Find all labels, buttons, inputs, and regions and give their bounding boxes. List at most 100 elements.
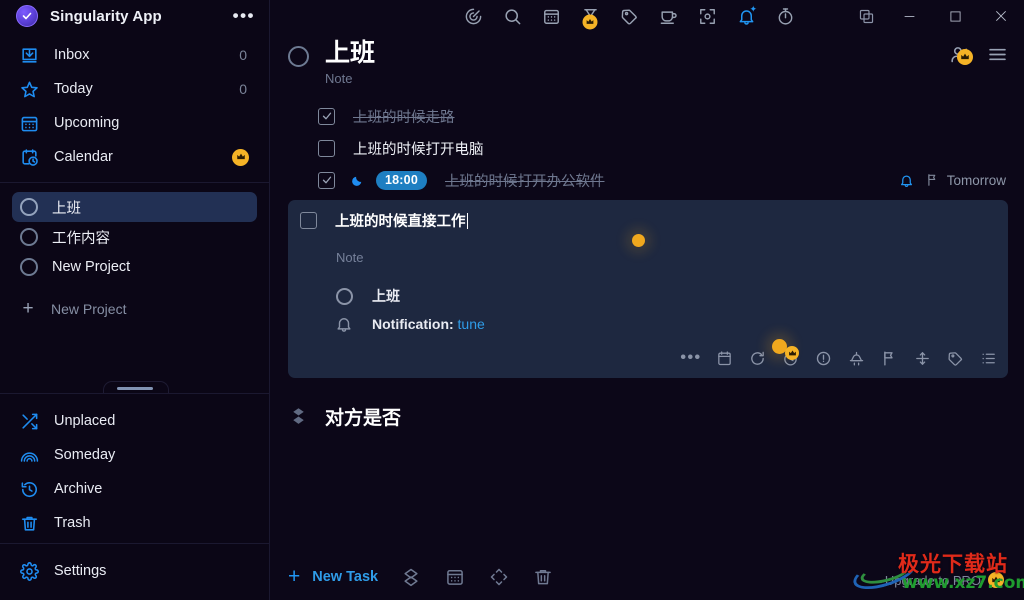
gear-icon — [16, 561, 42, 581]
tag-icon[interactable] — [945, 348, 965, 368]
window-controls — [846, 0, 1024, 32]
diamond-icon[interactable] — [400, 567, 422, 587]
notification-prefix: Notification: — [372, 316, 454, 332]
upgrade-to-pro-link[interactable]: Upgrade to PRO — [885, 572, 1004, 588]
card-toolbar: ••• — [680, 339, 998, 368]
project-ring-icon — [20, 258, 38, 276]
trash-icon — [16, 514, 42, 533]
section-header[interactable]: 对方是否 — [270, 403, 1024, 430]
sidebar-item-inbox[interactable]: Inbox 0 — [10, 38, 259, 72]
sidebar-item-label: Archive — [54, 481, 103, 497]
calendar-icon[interactable] — [538, 3, 564, 29]
radar-icon[interactable] — [460, 3, 486, 29]
hourglass-crown-icon[interactable] — [577, 3, 603, 30]
more-dots-icon[interactable]: ••• — [680, 348, 701, 368]
card-notification-row[interactable]: Notification: tune — [332, 310, 994, 338]
stopwatch-icon[interactable] — [772, 3, 798, 29]
crown-badge-icon — [785, 346, 799, 360]
table-row[interactable]: 18:00 上班的时候打开办公软件 Tomorrow — [270, 164, 1024, 196]
crown-badge-icon — [988, 572, 1004, 588]
card-meta: 上班 Notification: tune — [332, 282, 994, 338]
sidebar-item-calendar[interactable]: Calendar — [10, 140, 259, 174]
close-icon[interactable] — [978, 0, 1024, 32]
sidebar-divider-3 — [0, 543, 269, 544]
sidebar-item-label: Trash — [54, 515, 91, 531]
calendar-clock-icon — [16, 148, 42, 167]
page-note-placeholder[interactable]: Note — [325, 71, 375, 86]
focus-scan-icon[interactable] — [694, 3, 720, 29]
duplicate-window-icon[interactable] — [846, 0, 886, 32]
sidebar-item-settings[interactable]: Settings — [10, 554, 259, 588]
moon-icon — [351, 174, 364, 187]
card-notification-label: Notification: tune — [372, 316, 485, 332]
sidebar-item-someday[interactable]: Someday — [10, 438, 259, 472]
page-header-actions — [950, 44, 1008, 65]
brand-row: Singularity App ••• — [0, 0, 269, 32]
search-icon[interactable] — [499, 3, 525, 29]
task-checkbox[interactable] — [318, 139, 335, 157]
move-icon[interactable] — [488, 567, 510, 587]
project-label: 上班 — [52, 200, 81, 217]
subtask-list-icon[interactable] — [978, 348, 998, 368]
new-task-button[interactable]: + New Task — [288, 565, 378, 588]
card-project-label: 上班 — [372, 288, 400, 304]
sidebar-divider-2 — [0, 393, 269, 394]
sidebar-item-today[interactable]: Today 0 — [10, 72, 259, 106]
new-project-label: New Project — [51, 301, 127, 317]
notification-value[interactable]: tune — [458, 316, 485, 332]
tag-icon[interactable] — [616, 3, 642, 29]
card-note-placeholder[interactable]: Note — [336, 250, 994, 265]
calendar-icon[interactable] — [714, 348, 734, 368]
task-checkbox[interactable] — [318, 171, 335, 189]
table-row[interactable]: 上班的时候走路 — [270, 100, 1024, 132]
timer-crown-icon[interactable] — [772, 339, 800, 368]
sidebar-item-trash[interactable]: Trash — [10, 506, 259, 540]
move-icon[interactable] — [912, 348, 932, 368]
minimize-icon[interactable] — [886, 0, 932, 32]
crown-badge-icon — [582, 14, 598, 30]
sidebar-project-gongzuoneirong[interactable]: 工作内容 — [12, 222, 257, 252]
new-project-button[interactable]: + New Project — [12, 294, 257, 324]
task-edit-card: 上班的时候直接工作 Note 上班 Notification: tune ••• — [288, 200, 1008, 378]
alarm-icon[interactable] — [846, 348, 866, 368]
task-checkbox[interactable] — [318, 107, 335, 125]
hamburger-menu-icon[interactable] — [987, 44, 1008, 65]
trash-icon[interactable] — [532, 567, 554, 587]
repeat-icon[interactable] — [747, 348, 767, 368]
card-project-row[interactable]: 上班 — [332, 282, 994, 310]
sidebar-item-unplaced[interactable]: Unplaced — [10, 404, 259, 438]
bell-icon[interactable] — [899, 173, 914, 188]
plus-icon: + — [288, 565, 301, 588]
check-circle-icon — [16, 5, 38, 27]
add-member-crown-icon[interactable] — [950, 44, 973, 65]
main-panel: ✦ 上班 Note 上班的时候走路 上班的时候打开电脑 18:00 上班的时候打… — [270, 0, 1024, 600]
sidebar-project-shangban[interactable]: 上班 — [12, 192, 257, 222]
nav-top: Inbox 0 Today 0 Upcoming Calendar — [0, 32, 269, 174]
project-ring-icon — [20, 228, 38, 246]
more-dots-icon[interactable]: ••• — [233, 7, 255, 24]
maximize-icon[interactable] — [932, 0, 978, 32]
section-title: 对方是否 — [325, 408, 402, 429]
task-due-flag[interactable]: Tomorrow — [926, 173, 1006, 188]
task-title-input[interactable]: 上班的时候直接工作 — [335, 210, 468, 231]
bell-notification-dot: ✦ — [749, 4, 757, 14]
bell-icon[interactable]: ✦ — [733, 3, 759, 29]
sidebar-item-label: Calendar — [54, 149, 113, 165]
coffee-icon[interactable] — [655, 3, 681, 29]
priority-icon[interactable] — [813, 348, 833, 368]
sidebar-item-label: Unplaced — [54, 413, 116, 429]
flag-icon[interactable] — [879, 348, 899, 368]
task-time-badge[interactable]: 18:00 — [376, 170, 427, 190]
nav-bottom: Unplaced Someday Archive Trash — [0, 404, 269, 540]
crown-badge-icon — [957, 49, 973, 65]
table-row[interactable]: 上班的时候打开电脑 — [270, 132, 1024, 164]
page-header: 上班 Note — [270, 32, 1024, 86]
sidebar-item-upcoming[interactable]: Upcoming — [10, 106, 259, 140]
upgrade-label: Upgrade to PRO — [884, 572, 981, 588]
task-checkbox[interactable] — [300, 212, 317, 229]
sidebar-item-archive[interactable]: Archive — [10, 472, 259, 506]
shuffle-icon — [16, 412, 42, 431]
calendar-icon[interactable] — [444, 567, 466, 587]
sidebar-project-new-project[interactable]: New Project — [12, 252, 257, 282]
sidebar-item-label: Today — [54, 81, 93, 97]
